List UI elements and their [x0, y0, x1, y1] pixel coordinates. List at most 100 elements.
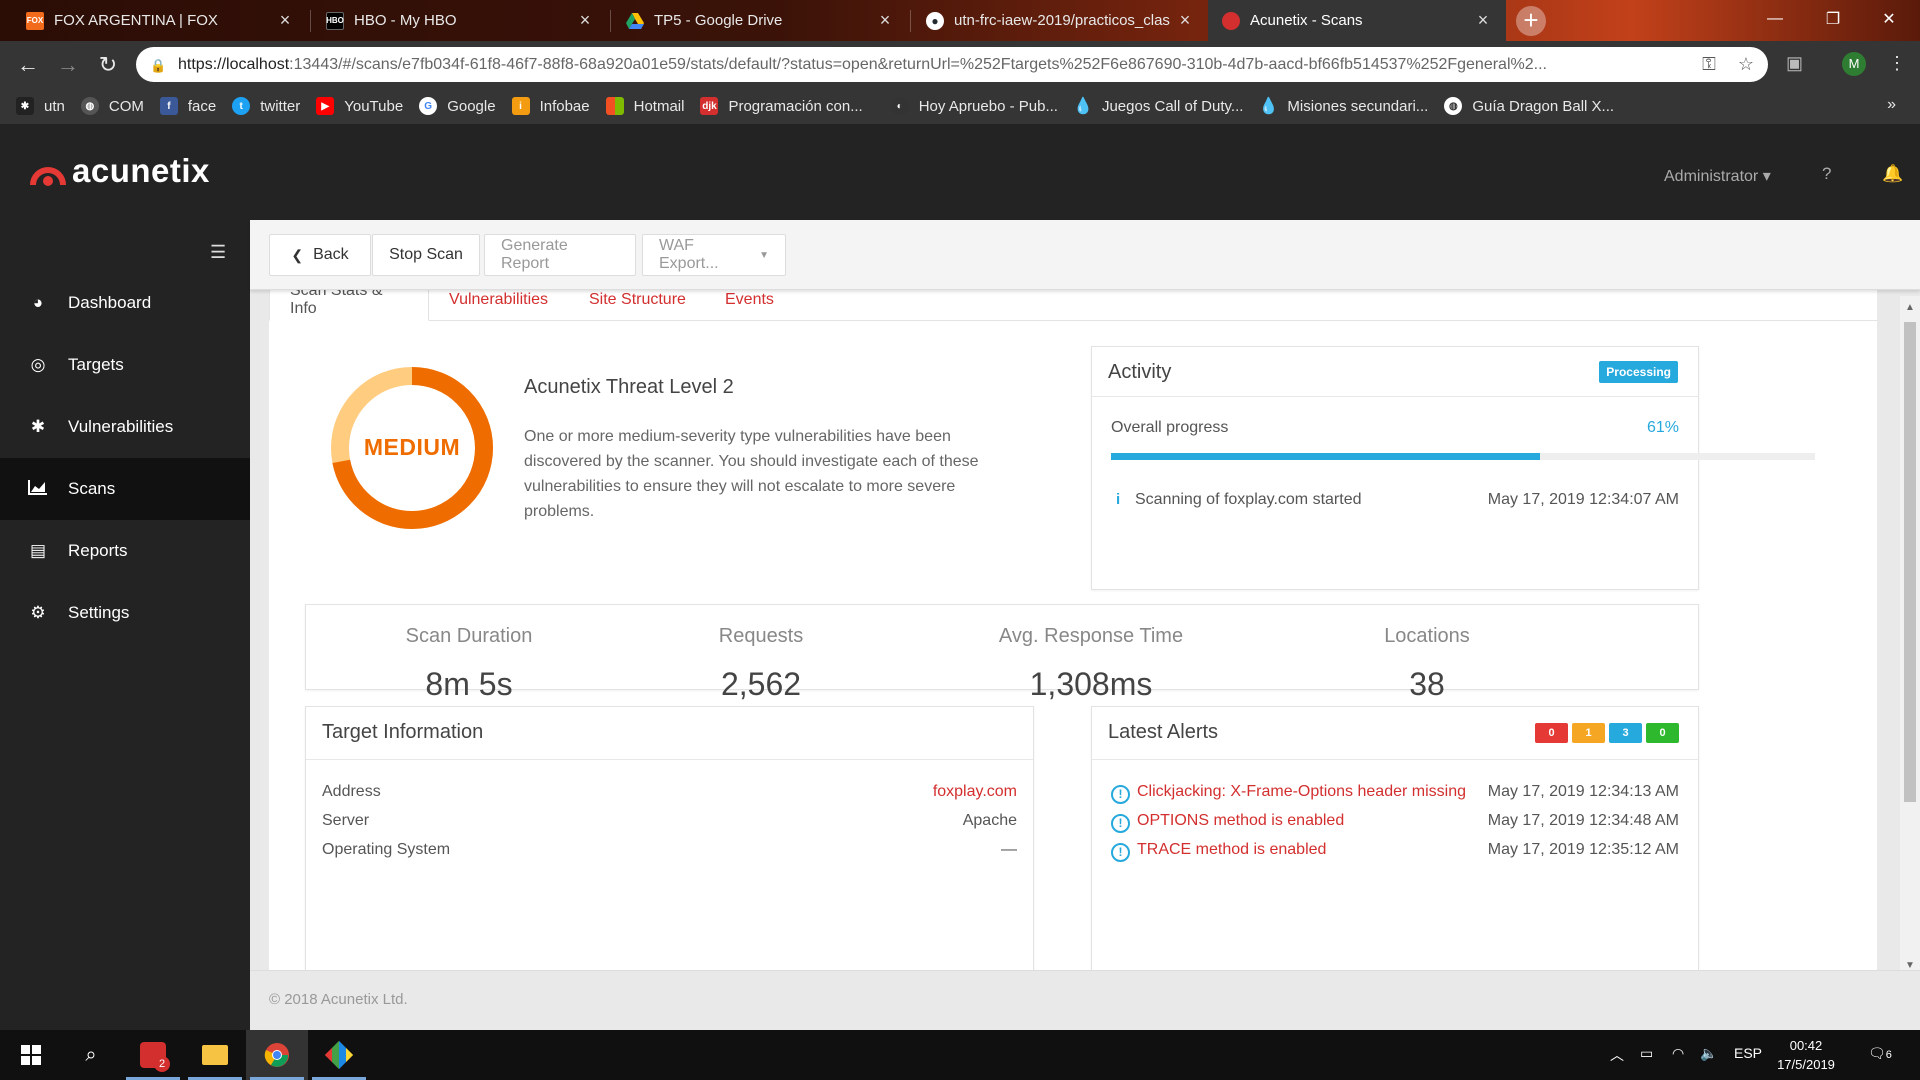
extension-icon[interactable]: ▣ [1786, 53, 1803, 74]
alert-link[interactable]: Clickjacking: X-Frame-Options header mis… [1137, 783, 1466, 801]
sidebar-item-dashboard[interactable]: ◕ Dashboard [0, 272, 250, 334]
sidebar-item-label: Targets [68, 355, 124, 374]
url-text: https://localhost:13443/#/scans/e7fb034f… [178, 55, 1547, 73]
chevron-up-icon[interactable]: ︿ [1610, 1045, 1624, 1065]
windows-taskbar: ⌕ 2 ︿ ▭ ◠ 🔈 ESP 00:42 17/5/2019 🗨6 [0, 1030, 1920, 1080]
alert-link[interactable]: OPTIONS method is enabled [1137, 812, 1344, 830]
close-icon[interactable]: × [1176, 10, 1194, 31]
main-content: ❮ Back Stop Scan Generate Report WAF Exp… [250, 220, 1920, 1030]
battery-icon[interactable]: ▭ [1640, 1045, 1653, 1062]
close-icon[interactable]: × [876, 10, 894, 31]
sidebar-item-vulnerabilities[interactable]: ✱ Vulnerabilities [0, 396, 250, 458]
tab-site-structure[interactable]: Site Structure [569, 290, 706, 321]
bookmark-programacion[interactable]: djk Programación con... [700, 97, 863, 115]
close-icon[interactable]: × [276, 10, 294, 31]
alert-count-info: 0 [1646, 723, 1679, 743]
google-icon: G [419, 97, 438, 115]
back-arrow-icon[interactable]: ← [12, 49, 44, 81]
tab-scan-stats[interactable]: Scan Stats & Info [269, 290, 429, 321]
taskbar-app-red[interactable]: 2 [122, 1030, 184, 1080]
reload-icon[interactable]: ↻ [92, 49, 124, 81]
bookmark-hotmail[interactable]: Hotmail [605, 97, 684, 115]
progress-bar [1111, 453, 1815, 460]
windows-start-icon[interactable] [0, 1030, 62, 1080]
notifications-icon[interactable]: 🗨6 [1868, 1045, 1892, 1062]
chrome-icon[interactable] [246, 1030, 308, 1080]
profile-avatar[interactable]: M [1842, 52, 1866, 76]
bookmark-face[interactable]: f face [159, 97, 216, 115]
bookmark-twitter[interactable]: t twitter [232, 97, 300, 115]
close-icon[interactable]: × [576, 10, 594, 31]
browser-tab-github[interactable]: ● utn-frc-iaew-2019/practicos_clas × [912, 0, 1208, 41]
scroll-up-arrow-icon[interactable]: ▲ [1905, 302, 1915, 313]
chevron-double-right-icon[interactable]: » [1887, 96, 1896, 114]
user-menu[interactable]: Administrator ▾ [1664, 166, 1771, 186]
git-app-icon[interactable] [308, 1030, 370, 1080]
new-tab-button[interactable]: + [1516, 6, 1546, 36]
globe-icon: ◍ [1444, 97, 1463, 115]
sidebar-item-label: Settings [68, 603, 130, 622]
acunetix-logo-icon [30, 153, 66, 189]
bookmark-call-of-duty[interactable]: 💧 Juegos Call of Duty... [1073, 97, 1243, 116]
file-explorer-icon[interactable] [184, 1030, 246, 1080]
bookmark-utn[interactable]: ✱ utn [16, 97, 65, 115]
activity-event-time: May 17, 2019 12:34:07 AM [1487, 491, 1679, 508]
browser-tab-fox[interactable]: FOX FOX ARGENTINA | FOX × [12, 0, 308, 41]
close-icon[interactable]: × [1474, 10, 1492, 31]
bookmark-infobae[interactable]: i Infobae [511, 97, 590, 115]
close-window-button[interactable]: ✕ [1866, 0, 1912, 38]
acunetix-logo[interactable]: acunetix [30, 152, 210, 190]
bookmark-google[interactable]: G Google [419, 97, 496, 115]
star-icon[interactable]: ☆ [1738, 54, 1754, 75]
scan-tabs: Scan Stats & Info Vulnerabilities Site S… [269, 290, 1877, 321]
bookmark-youtube[interactable]: ▶ YouTube [316, 97, 403, 115]
help-icon[interactable]: ? [1822, 164, 1831, 184]
activity-card: Activity Processing Overall progress 61%… [1091, 346, 1815, 590]
infobae-icon: i [511, 97, 530, 115]
scrollbar-thumb[interactable] [1904, 322, 1916, 802]
bookmark-hoy-apruebo[interactable]: ◐ Hoy Apruebo - Pub... [890, 97, 1058, 115]
alert-time: May 17, 2019 12:35:12 AM [1487, 841, 1679, 858]
browser-tab-drive[interactable]: TP5 - Google Drive × [612, 0, 908, 41]
key-icon[interactable]: ⚿ [1702, 54, 1716, 75]
target-row-label: Address [322, 783, 381, 800]
browser-tab-acunetix[interactable]: Acunetix - Scans × [1208, 0, 1506, 41]
language-indicator[interactable]: ESP [1734, 1045, 1762, 1061]
bell-icon[interactable]: 🔔 [1882, 164, 1903, 184]
search-icon[interactable]: ⌕ [60, 1030, 122, 1080]
tab-vulnerabilities[interactable]: Vulnerabilities [429, 290, 568, 321]
menu-collapse-icon[interactable]: ☰ [210, 242, 226, 263]
system-clock[interactable]: 00:42 17/5/2019 [1766, 1036, 1846, 1074]
sidebar-item-reports[interactable]: ▤ Reports [0, 520, 250, 582]
stop-scan-button[interactable]: Stop Scan [372, 234, 480, 276]
volume-icon[interactable]: 🔈 [1700, 1045, 1717, 1062]
scan-stats-card: Scan Duration 8m 5s Requests 2,562 Avg. … [305, 604, 1699, 702]
caret-down-icon: ▼ [759, 249, 769, 261]
waf-export-button[interactable]: WAF Export... ▼ [642, 234, 786, 276]
bookmark-misiones[interactable]: 💧 Misiones secundari... [1258, 97, 1428, 116]
address-bar[interactable]: 🔒 https://localhost:13443/#/scans/e7fb03… [136, 47, 1768, 82]
bookmark-dragon-ball[interactable]: ◍ Guía Dragon Ball X... [1444, 97, 1614, 115]
tab-events[interactable]: Events [705, 290, 794, 321]
forward-arrow-icon[interactable]: → [52, 49, 84, 81]
bookmark-com[interactable]: ◍ COM [80, 97, 144, 115]
page-scrollbar[interactable]: ▲ ▼ [1900, 296, 1920, 976]
generate-report-button[interactable]: Generate Report [484, 234, 636, 276]
drop-icon: 💧 [1258, 98, 1279, 115]
alert-time: May 17, 2019 12:34:13 AM [1487, 783, 1679, 800]
sidebar-item-targets[interactable]: ◎ Targets [0, 334, 250, 396]
sidebar-item-scans[interactable]: Scans [0, 458, 250, 520]
target-address-link[interactable]: foxplay.com [933, 783, 1017, 801]
restore-button[interactable]: ❐ [1810, 0, 1856, 38]
menu-kebab-icon[interactable]: ⋮ [1888, 53, 1906, 74]
browser-tab-hbo[interactable]: HBO HBO - My HBO × [312, 0, 608, 41]
back-button[interactable]: ❮ Back [269, 234, 371, 276]
activity-title: Activity [1108, 361, 1172, 383]
wifi-icon[interactable]: ◠ [1672, 1045, 1684, 1062]
sidebar-item-settings[interactable]: ⚙ Settings [0, 582, 250, 644]
alert-info-icon: ! [1111, 785, 1130, 804]
report-icon: ▤ [29, 541, 47, 560]
threat-level-label: MEDIUM [363, 434, 461, 460]
alert-link[interactable]: TRACE method is enabled [1137, 841, 1326, 859]
minimize-button[interactable]: — [1752, 0, 1798, 38]
